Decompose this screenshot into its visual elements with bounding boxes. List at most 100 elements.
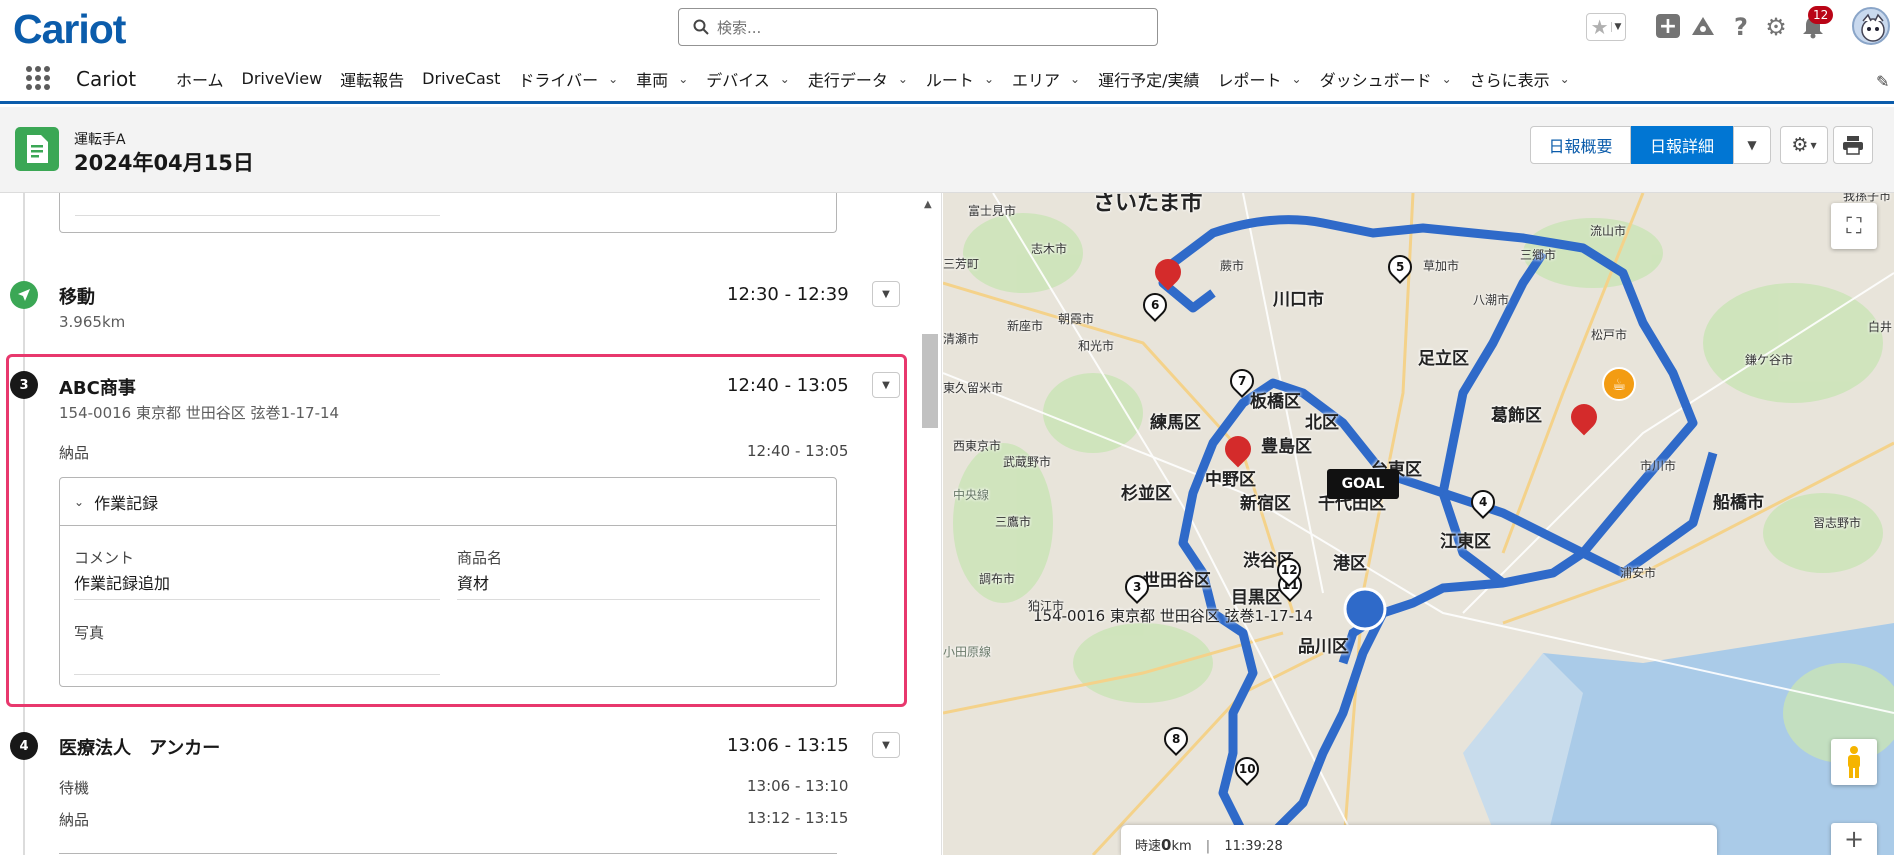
record-header: 運転手A 2024年04月15日 日報概要 日報詳細 ▼ ⚙ ▼ — [0, 107, 1894, 193]
street-view-pegman-icon[interactable] — [1831, 739, 1877, 785]
chevron-down-icon[interactable]: ⌄ — [1560, 72, 1570, 86]
map-label: 世田谷区 — [1143, 571, 1211, 591]
speed-value: 0 — [1161, 836, 1172, 854]
map-label: 品川区 — [1298, 637, 1349, 657]
field-underline — [75, 215, 440, 216]
map-label: 八潮市 — [1473, 293, 1510, 307]
chevron-down-icon: ▼ — [882, 288, 890, 300]
timeline-scrollbar[interactable]: ▲ — [918, 193, 942, 855]
map-label: 清瀬市 — [943, 332, 980, 346]
zoom-in-button[interactable]: + — [1831, 823, 1877, 855]
route-map[interactable]: 川口市 足立区 板橋区 北区 練馬区 豊島区 葛飾区 台東区 中野区 杉並区 新… — [943, 193, 1894, 855]
chevron-down-icon[interactable]: ⌄ — [678, 72, 688, 86]
stop-title: 医療法人 アンカー — [59, 738, 221, 759]
map-label: 東久留米市 — [943, 381, 1004, 395]
route-stop-pin-number: 7 — [1237, 374, 1247, 389]
nav-item-label: DriveCast — [422, 69, 501, 88]
edit-nav-pencil-icon[interactable]: ✎ — [1876, 72, 1889, 91]
stop-number-badge: 4 — [10, 732, 38, 760]
nav-item[interactable]: ダッシュボード ⌄ — [1320, 67, 1452, 91]
route-stop-pin-number: 3 — [1132, 580, 1142, 595]
print-button[interactable] — [1833, 126, 1873, 164]
nav-item[interactable]: 運行予定/実績 — [1098, 67, 1199, 91]
map-label: 富士見市 — [968, 204, 1017, 218]
daily-summary-button[interactable]: 日報概要 — [1530, 126, 1631, 164]
map-label: 三郷市 — [1520, 248, 1557, 262]
view-toggle-group: 日報概要 日報詳細 ▼ — [1530, 126, 1771, 164]
chevron-down-icon[interactable]: ⌄ — [1070, 72, 1080, 86]
nav-item[interactable]: DriveCast — [422, 69, 500, 88]
notification-count-badge: 12 — [1808, 6, 1834, 24]
map-label: 新宿区 — [1240, 494, 1291, 514]
stop-row-menu[interactable]: ▼ — [872, 732, 900, 758]
user-avatar[interactable] — [1852, 7, 1890, 45]
map-label: さいたま市 — [1093, 193, 1203, 216]
map-label: 和光市 — [1078, 339, 1115, 353]
nav-item-label: ドライバー — [518, 70, 599, 90]
nav-item[interactable]: 運転報告 — [340, 67, 404, 91]
trailhead-icon[interactable] — [1690, 14, 1716, 40]
setup-gear-icon[interactable]: ⚙ — [1764, 13, 1788, 41]
nav-item[interactable]: デバイス ⌄ — [706, 67, 790, 91]
map-label: 中野区 — [1205, 470, 1256, 490]
nav-item[interactable]: エリア ⌄ — [1012, 67, 1080, 91]
nav-item[interactable]: ドライバー ⌄ — [518, 67, 618, 91]
map-label: 調布市 — [979, 572, 1016, 586]
nav-item[interactable]: ホーム — [176, 67, 224, 91]
nav-item[interactable]: DriveView — [242, 69, 323, 88]
map-label: 港区 — [1333, 554, 1367, 574]
chevron-down-icon[interactable]: ⌄ — [898, 72, 908, 86]
route-stop-pin-number: 6 — [1150, 298, 1160, 313]
nav-item-label: DriveView — [241, 69, 323, 88]
map-label: 白井 — [1868, 320, 1893, 334]
help-icon[interactable]: ? — [1730, 13, 1752, 41]
search-icon — [693, 19, 709, 35]
map-label: 市川市 — [1640, 459, 1677, 473]
selected-stop-highlight — [6, 354, 907, 707]
move-distance: 3.965km — [59, 313, 126, 331]
move-navigation-icon — [10, 281, 38, 309]
nav-item[interactable]: 車両 ⌄ — [636, 67, 688, 91]
global-search-input[interactable]: 検索... — [678, 8, 1158, 46]
map-label: 三鷹市 — [995, 515, 1032, 529]
map-label: 松戸市 — [1591, 328, 1628, 342]
global-actions-add-icon[interactable]: + — [1656, 14, 1680, 39]
nav-item[interactable]: ルート ⌄ — [926, 67, 994, 91]
app-launcher-icon[interactable] — [26, 66, 50, 90]
map-label: 蕨市 — [1220, 259, 1245, 273]
move-row-menu[interactable]: ▼ — [872, 281, 900, 307]
break-coffee-icon[interactable]: ☕ — [1602, 367, 1636, 401]
nav-item-label: ルート — [925, 70, 974, 90]
nav-item[interactable]: レポート ⌄ — [1217, 67, 1301, 91]
route-stop-pin-number: 4 — [1478, 495, 1488, 510]
route-stop-pin-number: 12 — [1280, 563, 1298, 578]
speed-status-bar: 時速0km | 11:39:28 — [1121, 825, 1717, 855]
favorites-button[interactable]: ★ ▼ — [1586, 13, 1626, 41]
fullscreen-icon[interactable]: ⛶ — [1831, 203, 1877, 249]
nav-item-label: 走行データ — [807, 70, 888, 90]
speed-separator: | — [1205, 839, 1211, 854]
nav-item[interactable]: 走行データ ⌄ — [808, 67, 908, 91]
daily-report-icon — [15, 127, 59, 171]
chevron-down-icon[interactable]: ⌄ — [608, 72, 618, 86]
goal-marker-label[interactable]: GOAL — [1327, 469, 1399, 499]
cariot-logo[interactable]: Cariot — [13, 6, 126, 53]
daily-detail-button[interactable]: 日報詳細 — [1631, 126, 1733, 164]
settings-dropdown-button[interactable]: ⚙ ▼ — [1780, 126, 1828, 164]
chevron-down-icon[interactable]: ⌄ — [780, 72, 790, 86]
nav-item-label: エリア — [1012, 70, 1061, 90]
chevron-down-icon[interactable]: ⌄ — [1292, 72, 1302, 86]
more-actions-dropdown[interactable]: ▼ — [1733, 126, 1771, 164]
task-time: 13:12 - 13:15 — [747, 809, 849, 827]
map-address-label: 154-0016 東京都 世田谷区 弦巻1-17-14 — [1033, 607, 1314, 625]
nav-item[interactable]: さらに表示 ⌄ — [1470, 67, 1570, 91]
nav-item-label: 運行予定/実績 — [1098, 70, 1200, 90]
current-location-marker[interactable] — [1343, 587, 1387, 631]
scroll-up-arrow-icon[interactable]: ▲ — [924, 199, 932, 210]
map-label: 葛飾区 — [1491, 406, 1542, 426]
task-time: 13:06 - 13:10 — [747, 777, 849, 795]
scrollbar-thumb[interactable] — [922, 334, 938, 428]
chevron-down-icon: ▼ — [1810, 140, 1817, 150]
chevron-down-icon[interactable]: ⌄ — [984, 72, 994, 86]
chevron-down-icon[interactable]: ⌄ — [1442, 72, 1452, 86]
